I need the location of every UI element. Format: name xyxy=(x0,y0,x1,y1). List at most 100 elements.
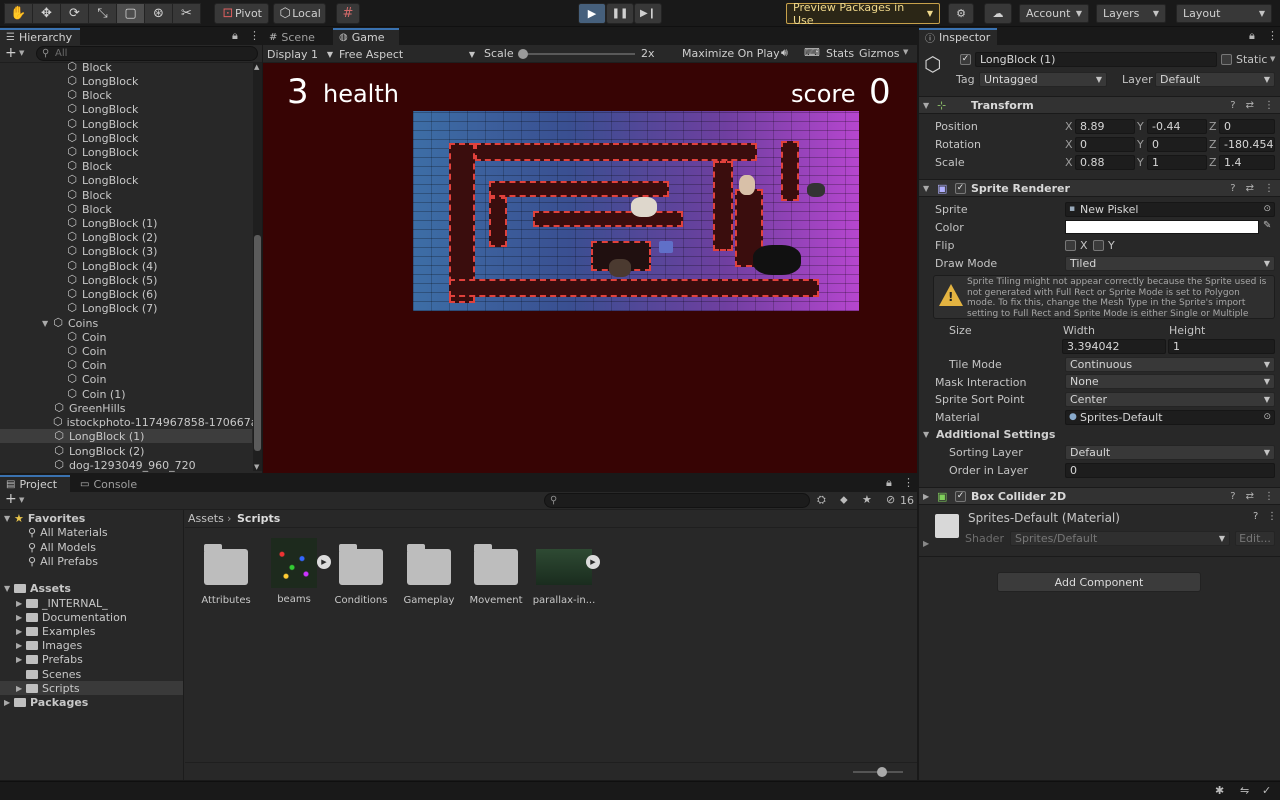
list-item-selected[interactable]: ⬡ LongBlock (1) xyxy=(0,429,252,443)
packages-foldout[interactable]: ▶ Packages xyxy=(4,695,88,709)
help-icon[interactable]: ? xyxy=(1230,183,1235,194)
sorting-layer-dropdown[interactable]: Default ▼ xyxy=(1065,445,1275,460)
expand-arrow-icon[interactable]: ▼ xyxy=(923,430,929,439)
assets-foldout[interactable]: ▼ Assets xyxy=(4,581,71,595)
list-item[interactable]: ▼ ⬡ Coins xyxy=(0,316,252,330)
more-options-icon[interactable]: ⋮ xyxy=(1267,29,1278,42)
sprite-field[interactable]: ▪ New Piskel ⊙ xyxy=(1065,202,1275,217)
additional-settings-foldout[interactable]: Additional Settings xyxy=(936,428,1055,441)
list-item[interactable]: ⬡ LongBlock (1) xyxy=(0,216,252,230)
scale-slider[interactable] xyxy=(518,49,635,59)
asset-folder-item[interactable]: Gameplay xyxy=(397,543,461,606)
tab-project[interactable]: ▤ Project xyxy=(0,475,70,492)
game-viewport[interactable]: 3 health score 0 xyxy=(263,63,917,473)
preview-packages-button[interactable]: Preview Packages in Use ▼ xyxy=(786,1,940,27)
width-field[interactable]: 3.394042 xyxy=(1062,339,1166,354)
progress-check-icon[interactable]: ✓ xyxy=(1262,784,1271,797)
keyboard-icon[interactable]: ⌨ xyxy=(804,46,820,59)
expand-arrow-icon[interactable]: ▶ xyxy=(16,599,26,608)
chevron-down-icon[interactable]: ▼ xyxy=(903,48,908,56)
breadcrumb-current[interactable]: Scripts xyxy=(237,512,280,525)
asset-item[interactable]: ▶ beams xyxy=(262,538,331,605)
aspect-dropdown[interactable]: Free Aspect ▼ xyxy=(339,46,475,62)
folder-item[interactable]: ▶ Examples xyxy=(16,624,95,638)
asset-folder-item[interactable]: Conditions xyxy=(329,543,393,606)
shader-dropdown[interactable]: Sprites/Default ▼ xyxy=(1010,531,1230,546)
expand-arrow-icon[interactable]: ▼ xyxy=(4,514,14,523)
maximize-on-play-toggle[interactable]: Maximize On Play xyxy=(682,47,780,60)
list-item[interactable]: ⬡ Block xyxy=(0,88,252,102)
asset-folder-item[interactable]: Attributes xyxy=(194,543,258,606)
list-item[interactable]: ⬡ LongBlock (5) xyxy=(0,273,252,287)
project-search-input[interactable]: ⚲ xyxy=(544,493,810,508)
asset-folder-item[interactable]: Movement xyxy=(464,543,528,606)
expand-arrow-icon[interactable]: ▼ xyxy=(42,319,52,328)
lock-icon[interactable]: 🔒︎ xyxy=(232,29,238,43)
folder-item[interactable]: ▶ Prefabs xyxy=(16,652,83,666)
scroll-up-icon[interactable]: ▲ xyxy=(254,63,259,71)
more-options-icon[interactable]: ⋮ xyxy=(1264,100,1274,111)
layout-dropdown[interactable]: Layout ▼ xyxy=(1176,4,1272,23)
list-item[interactable]: ⬡ LongBlock xyxy=(0,102,252,116)
rect-tool-icon[interactable]: ▢ xyxy=(116,3,145,24)
favorite-star-icon[interactable]: ★ xyxy=(862,493,872,506)
object-picker-icon[interactable]: ⊙ xyxy=(1263,411,1271,424)
favorite-item[interactable]: ⚲ All Prefabs xyxy=(28,554,98,568)
breadcrumb-root[interactable]: Assets xyxy=(188,512,224,525)
lock-icon[interactable]: 🔒︎ xyxy=(1249,29,1255,43)
mask-interaction-dropdown[interactable]: None ▼ xyxy=(1065,374,1275,389)
tab-console[interactable]: ▭ Console xyxy=(74,475,144,492)
list-item[interactable]: ⬡ istockphoto-1174967858-170667a xyxy=(0,415,257,429)
tab-inspector[interactable]: ⓘ Inspector xyxy=(919,28,997,45)
add-icon[interactable]: + xyxy=(5,45,17,61)
tag-dropdown[interactable]: Untagged ▼ xyxy=(979,72,1107,87)
list-item[interactable]: ⬡ LongBlock (4) xyxy=(0,259,252,273)
scale-x-field[interactable]: 0.88 xyxy=(1075,155,1135,170)
hierarchy-scrollbar[interactable]: ▲ ▼ xyxy=(253,63,262,471)
eyedropper-icon[interactable]: ✎ xyxy=(1263,220,1271,231)
list-item[interactable]: ⬡ LongBlock (6) xyxy=(0,287,252,301)
scale-z-field[interactable]: 1.4 xyxy=(1219,155,1275,170)
expand-arrow-icon[interactable]: ▼ xyxy=(4,584,14,593)
rotation-z-field[interactable]: -180.454 xyxy=(1219,137,1275,152)
list-item[interactable]: ⬡ Coin (1) xyxy=(0,387,252,401)
list-item[interactable]: ⬡ LongBlock (2) xyxy=(0,230,252,244)
position-x-field[interactable]: 8.89 xyxy=(1075,119,1135,134)
expand-arrow-icon[interactable]: ▶ xyxy=(16,684,26,693)
favorites-foldout[interactable]: ▼ ★ Favorites xyxy=(4,511,85,525)
expand-arrow-icon[interactable]: ▶ xyxy=(923,492,929,501)
gizmos-toggle[interactable]: Gizmos xyxy=(859,47,900,60)
preset-icon[interactable]: ⇄ xyxy=(1246,100,1254,111)
transform-tool-icon[interactable]: ⊛ xyxy=(144,3,173,24)
account-dropdown[interactable]: Account ▼ xyxy=(1019,4,1089,23)
filter-type-icon[interactable]: ⛭ xyxy=(817,493,826,507)
add-icon[interactable]: + xyxy=(5,491,17,507)
more-options-icon[interactable]: ⋮ xyxy=(249,29,260,42)
step-button[interactable]: ▶❙ xyxy=(634,3,662,24)
slider-thumb[interactable] xyxy=(877,767,887,777)
scrollbar-thumb[interactable] xyxy=(254,235,261,451)
list-item[interactable]: ⬡ LongBlock xyxy=(0,173,252,187)
favorite-item[interactable]: ⚲ All Models xyxy=(28,540,96,554)
help-icon[interactable]: ? xyxy=(1230,491,1235,502)
sync-icon[interactable]: ⇋ xyxy=(1240,784,1249,797)
shader-edit-button[interactable]: Edit... xyxy=(1235,531,1275,546)
list-item[interactable]: ⬡ Coin xyxy=(0,344,252,358)
static-checkbox[interactable] xyxy=(1221,54,1232,65)
list-item[interactable]: ⬡ LongBlock xyxy=(0,74,252,88)
hand-tool-icon[interactable]: ✋ xyxy=(4,3,33,24)
list-item[interactable]: ⬡ LongBlock xyxy=(0,145,252,159)
icon-size-slider[interactable] xyxy=(853,767,903,777)
preset-icon[interactable]: ⇄ xyxy=(1246,491,1254,502)
list-item[interactable]: ⬡ LongBlock (2) xyxy=(0,444,252,458)
layers-dropdown[interactable]: Layers ▼ xyxy=(1096,4,1166,23)
flip-y-checkbox[interactable] xyxy=(1093,240,1104,251)
list-item[interactable]: ⬡ LongBlock (3) xyxy=(0,244,252,258)
chevron-down-icon[interactable]: ▼ xyxy=(1270,55,1275,63)
sort-point-dropdown[interactable]: Center ▼ xyxy=(1065,392,1275,407)
object-name-field[interactable]: LongBlock (1) xyxy=(975,52,1217,67)
local-button[interactable]: ⬡ Local xyxy=(273,3,326,24)
folder-item[interactable]: ▶ Documentation xyxy=(16,610,127,624)
hierarchy-search-input[interactable]: ⚲ All xyxy=(36,46,258,61)
list-item[interactable]: ⬡ Coin xyxy=(0,372,252,386)
